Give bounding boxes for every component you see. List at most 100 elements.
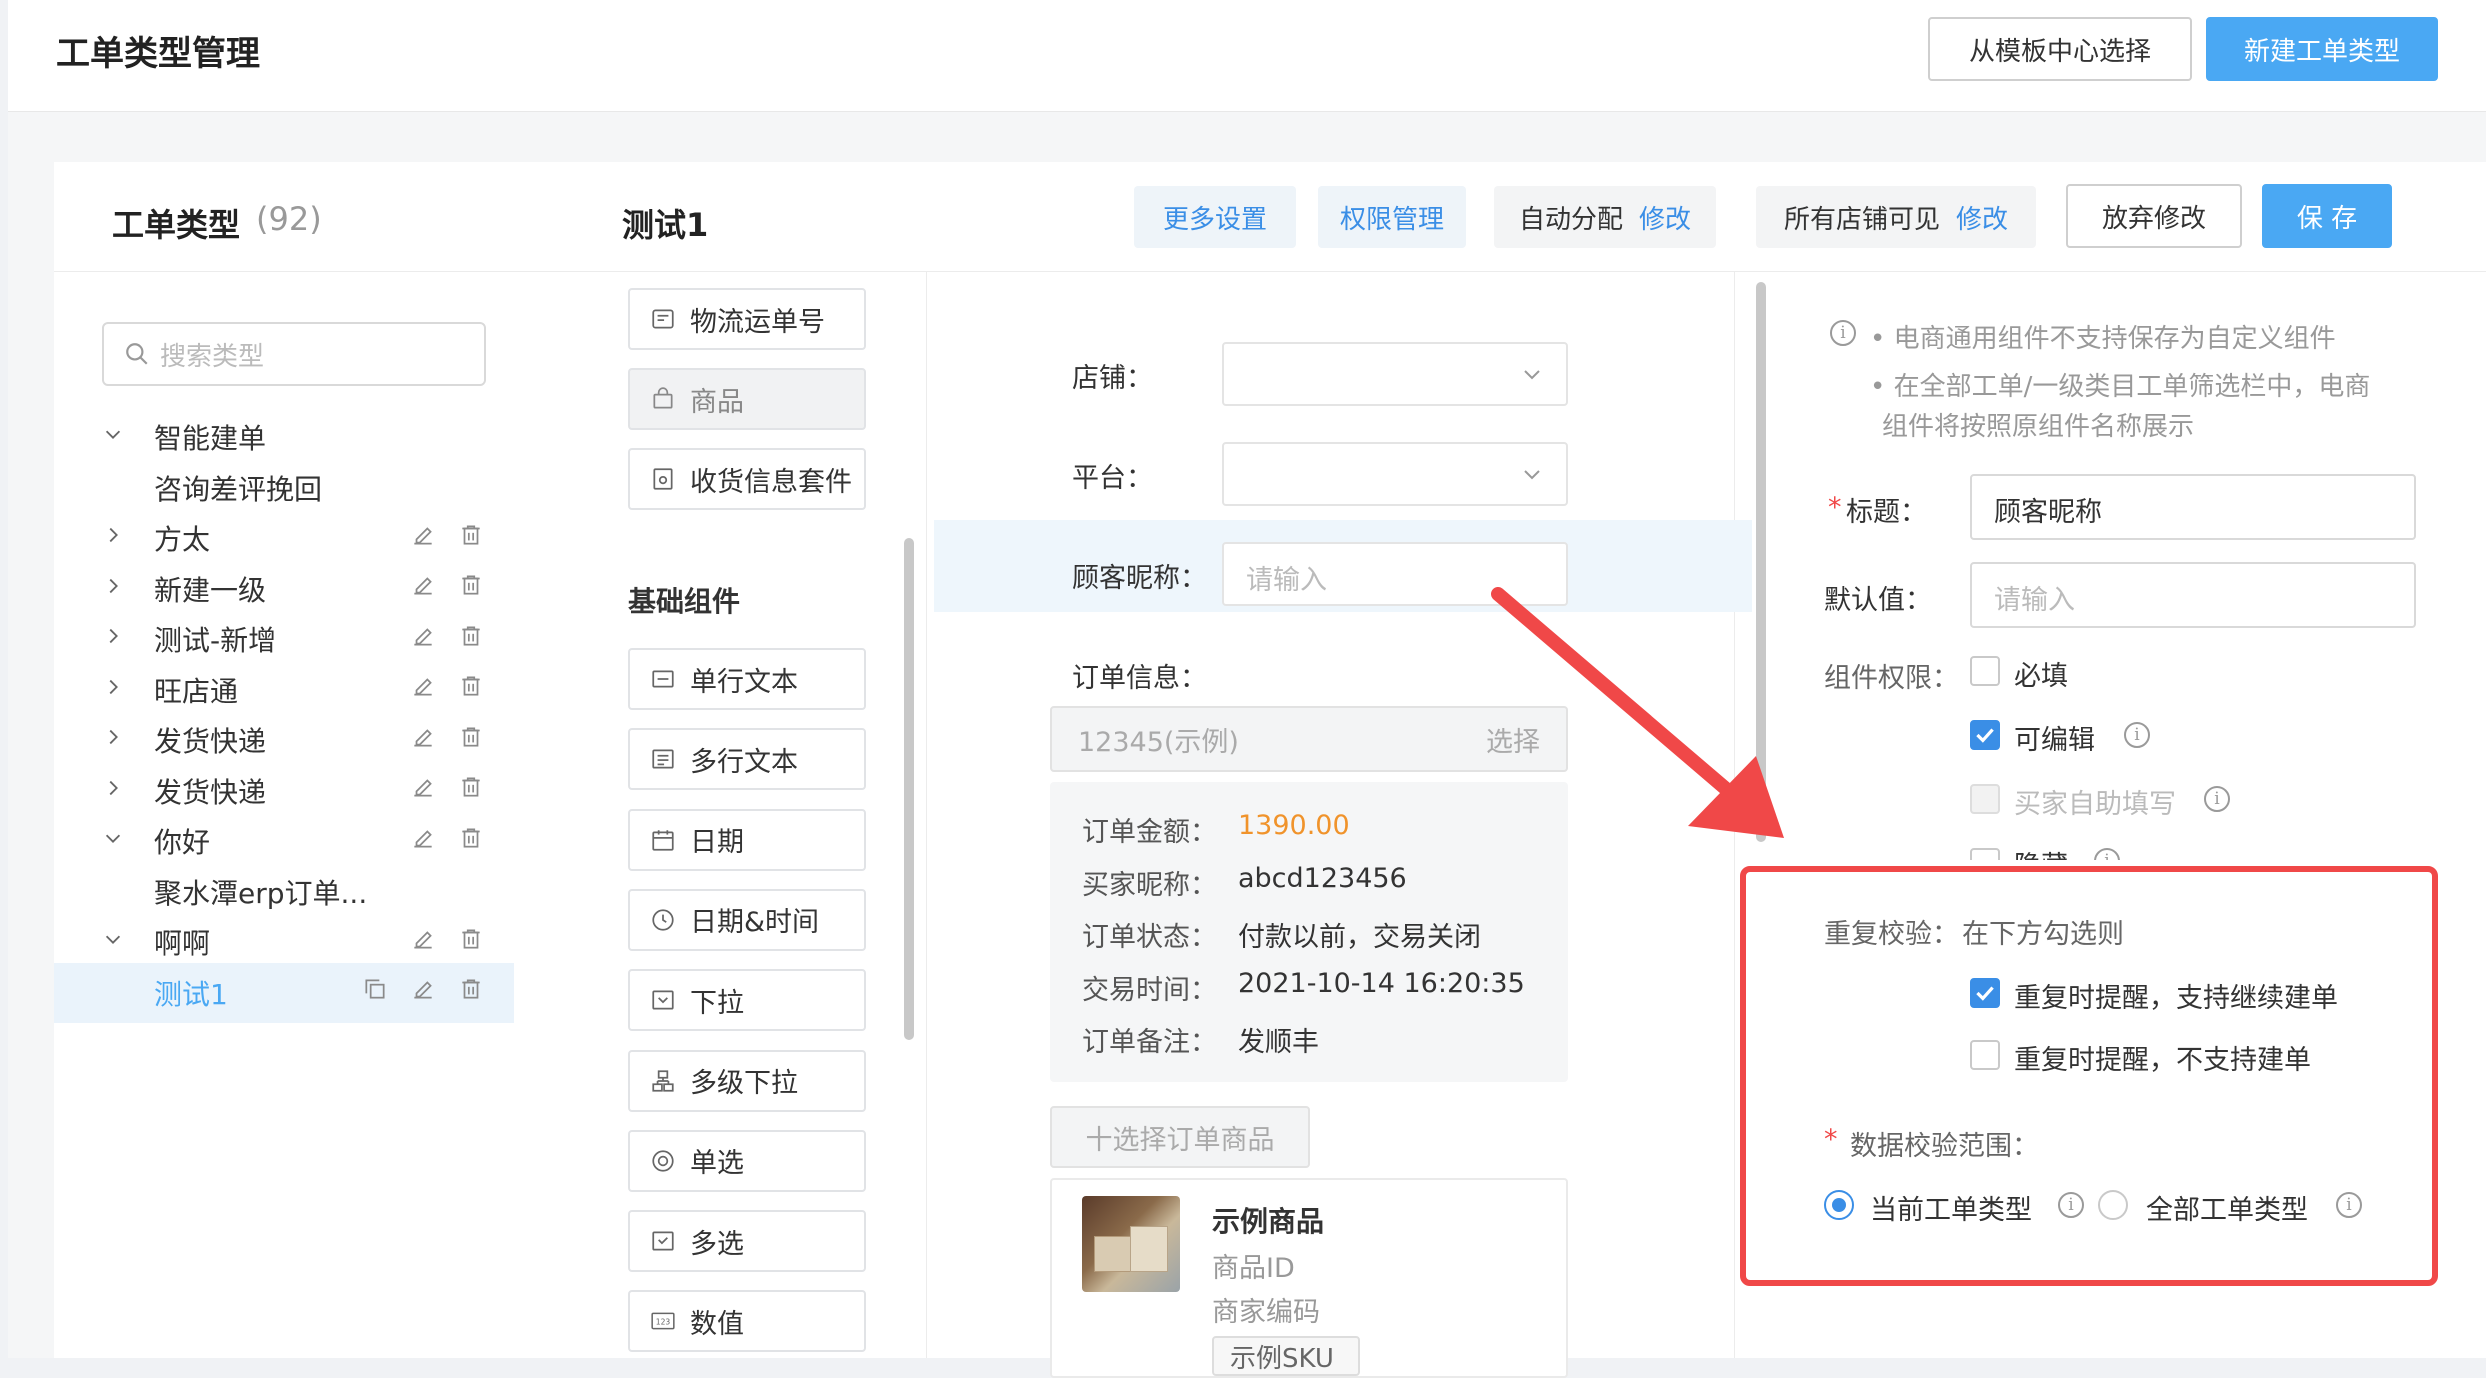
select-goods-button[interactable]: 十选择订单商品 bbox=[1050, 1106, 1310, 1168]
component-item-label: 单选 bbox=[690, 1148, 744, 1180]
tree-item-actions bbox=[410, 673, 484, 706]
component-item[interactable]: 多级下拉 bbox=[628, 1049, 866, 1112]
component-item[interactable]: 物流运单号 bbox=[628, 288, 866, 350]
editable-info-icon[interactable]: i bbox=[2124, 722, 2150, 748]
chevron-down-icon[interactable] bbox=[102, 827, 122, 855]
title-label: 标题： bbox=[1846, 497, 1927, 528]
order-row-key: 买家昵称： bbox=[1082, 869, 1217, 901]
component-item[interactable]: 商品 bbox=[628, 368, 866, 430]
chevron-down-icon[interactable] bbox=[102, 423, 122, 451]
delete-icon[interactable] bbox=[458, 774, 484, 807]
copy-icon[interactable] bbox=[362, 976, 388, 1009]
delete-icon[interactable] bbox=[458, 623, 484, 656]
checkbox-icon bbox=[650, 1228, 676, 1254]
page-header: 工单类型管理 从模板中心选择 新建工单类型 bbox=[8, 0, 2486, 112]
edit-icon[interactable] bbox=[410, 926, 436, 959]
hidden-label: 隐藏 bbox=[2014, 844, 2068, 860]
edit-icon[interactable] bbox=[410, 522, 436, 555]
component-item-label: 日期 bbox=[690, 827, 744, 859]
component-item[interactable]: 收货信息套件 bbox=[628, 448, 866, 510]
component-item-label: 日期&时间 bbox=[690, 907, 820, 939]
edit-icon[interactable] bbox=[410, 774, 436, 807]
order-row-value: 1390.00 bbox=[1238, 810, 1350, 841]
delete-icon[interactable] bbox=[458, 976, 484, 1009]
permission-button[interactable]: 权限管理 bbox=[1318, 186, 1466, 248]
shop-visibility-modify-link[interactable]: 修改 bbox=[1956, 199, 2008, 236]
chevron-down-icon[interactable] bbox=[102, 928, 122, 956]
delete-icon[interactable] bbox=[458, 724, 484, 757]
component-item[interactable]: 123 数值 bbox=[628, 1290, 866, 1353]
tree-item-label: 测试-新增 bbox=[154, 624, 277, 657]
palette-scrollbar[interactable] bbox=[904, 538, 914, 1040]
shop-select[interactable] bbox=[1222, 342, 1568, 406]
tree-item-label: 测试1 bbox=[154, 977, 228, 1011]
cascade-icon bbox=[650, 1068, 676, 1094]
nick-placeholder: 请输入 bbox=[1246, 565, 1327, 596]
order-row-key: 交易时间： bbox=[1082, 974, 1217, 1006]
default-input[interactable]: 请输入 bbox=[1970, 562, 2416, 628]
required-checkbox[interactable] bbox=[1970, 656, 2000, 686]
delete-icon[interactable] bbox=[458, 522, 484, 555]
component-item[interactable]: 日期 bbox=[628, 808, 866, 871]
buyer-fill-checkbox[interactable] bbox=[1970, 784, 2000, 814]
save-button[interactable]: 保 存 bbox=[2262, 184, 2392, 248]
edit-icon[interactable] bbox=[410, 623, 436, 656]
delete-icon[interactable] bbox=[458, 825, 484, 858]
select-goods-label: 十选择订单商品 bbox=[1085, 1124, 1275, 1156]
edit-icon[interactable] bbox=[410, 976, 436, 1009]
tree-item[interactable]: 测试1 bbox=[54, 962, 514, 1023]
new-ticket-type-button[interactable]: 新建工单类型 bbox=[2206, 17, 2438, 81]
component-item-label: 多选 bbox=[690, 1228, 744, 1260]
default-placeholder: 请输入 bbox=[1994, 585, 2075, 616]
template-center-button[interactable]: 从模板中心选择 bbox=[1928, 17, 2192, 81]
chevron-right-icon[interactable] bbox=[102, 524, 122, 552]
title-value: 顾客昵称 bbox=[1994, 497, 2102, 528]
chevron-right-icon[interactable] bbox=[102, 575, 122, 603]
tree-item-label: 你好 bbox=[154, 826, 211, 859]
chevron-right-icon[interactable] bbox=[102, 676, 122, 704]
chevron-right-icon[interactable] bbox=[102, 777, 122, 805]
clock-icon bbox=[650, 907, 676, 933]
search-placeholder: 搜索类型 bbox=[160, 341, 265, 372]
delete-icon[interactable] bbox=[458, 926, 484, 959]
title-input[interactable]: 顾客昵称 bbox=[1970, 474, 2416, 540]
order-row-value: 2021-10-14 16:20:35 bbox=[1238, 967, 1525, 999]
component-item[interactable]: 单行文本 bbox=[628, 648, 866, 710]
buyer-fill-info-icon[interactable]: i bbox=[2204, 786, 2230, 812]
hidden-info-icon[interactable]: i bbox=[2094, 848, 2120, 860]
order-row-key: 订单备注： bbox=[1082, 1027, 1217, 1058]
palette-divider bbox=[926, 272, 927, 1358]
app-root: 工单类型管理 从模板中心选择 新建工单类型 工单类型 (92) 测试1 更多设置… bbox=[8, 0, 2486, 1378]
component-item[interactable]: 多行文本 bbox=[628, 728, 866, 791]
order-row-key: 订单状态： bbox=[1082, 922, 1217, 953]
ticket-type-name: 测试1 bbox=[622, 206, 709, 244]
annotation-highlight-box bbox=[1740, 866, 2438, 1286]
chevron-right-icon[interactable] bbox=[102, 726, 122, 754]
more-settings-button[interactable]: 更多设置 bbox=[1134, 186, 1296, 248]
component-item[interactable]: 日期&时间 bbox=[628, 888, 866, 951]
order-row-value: 付款以前，交易关闭 bbox=[1238, 922, 1481, 953]
edit-icon[interactable] bbox=[410, 673, 436, 706]
edit-icon[interactable] bbox=[410, 825, 436, 858]
search-input[interactable]: 搜索类型 bbox=[102, 322, 486, 386]
editable-checkbox[interactable] bbox=[1970, 720, 2000, 750]
delete-icon[interactable] bbox=[458, 673, 484, 706]
hidden-checkbox[interactable] bbox=[1970, 848, 2000, 860]
tree-item-actions bbox=[410, 774, 484, 807]
tree-item-label: 旺店通 bbox=[154, 674, 239, 708]
dropdown-icon bbox=[650, 987, 676, 1013]
component-item[interactable]: 单选 bbox=[628, 1129, 866, 1192]
edit-icon[interactable] bbox=[410, 572, 436, 605]
tree-item-actions bbox=[410, 825, 484, 858]
notice-line-2: • 在全部工单/一级类目工单筛选栏中，电商 bbox=[1870, 372, 2371, 402]
component-item-label: 多级下拉 bbox=[690, 1068, 798, 1099]
auto-assign-modify-link[interactable]: 修改 bbox=[1639, 199, 1691, 236]
delete-icon[interactable] bbox=[458, 572, 484, 605]
component-item[interactable]: 下拉 bbox=[628, 969, 866, 1032]
edit-icon[interactable] bbox=[410, 724, 436, 757]
multi-line-icon bbox=[650, 746, 676, 772]
chevron-right-icon[interactable] bbox=[102, 625, 122, 653]
platform-select[interactable] bbox=[1222, 442, 1568, 506]
discard-button[interactable]: 放弃修改 bbox=[2066, 184, 2242, 248]
component-item[interactable]: 多选 bbox=[628, 1210, 866, 1273]
